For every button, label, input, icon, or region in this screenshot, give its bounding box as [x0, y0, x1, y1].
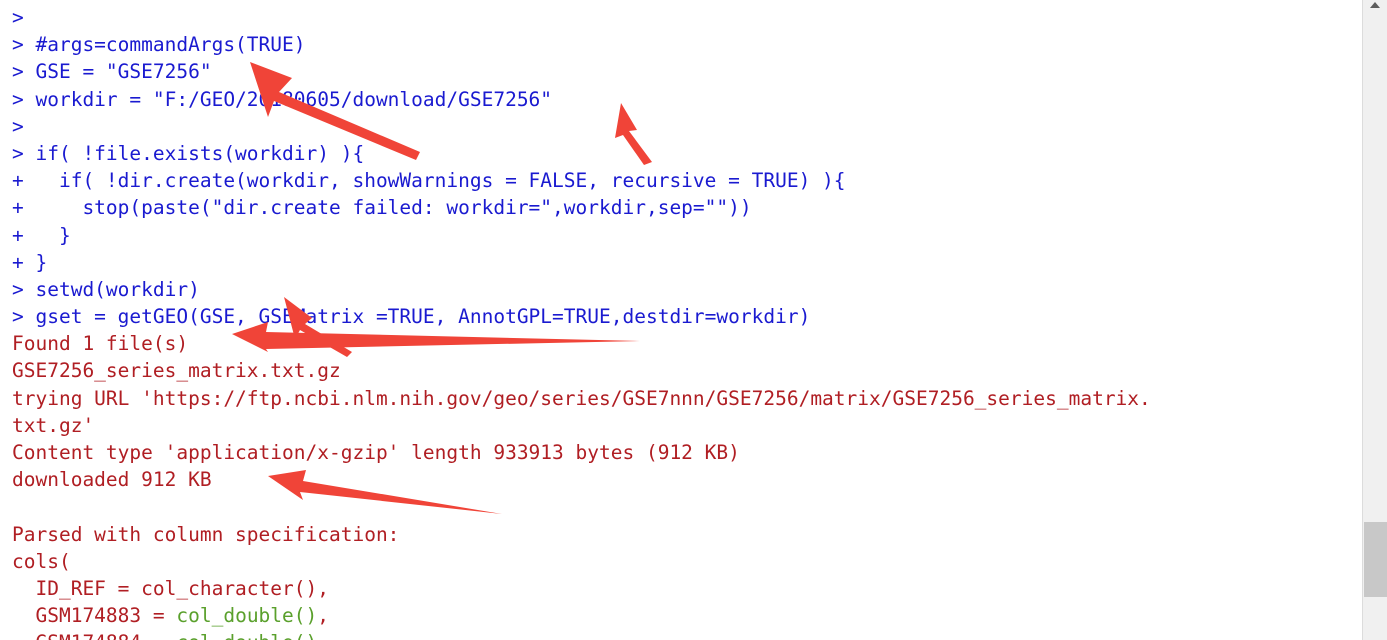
- scrollbar-track[interactable]: [1363, 14, 1387, 640]
- console-line: Found 1 file(s): [12, 330, 1362, 357]
- console-line-prefix: GSM174884 =: [12, 631, 176, 640]
- console-line: Content type 'application/x-gzip' length…: [12, 439, 1362, 466]
- console-line: ID_REF = col_character(),: [12, 575, 1362, 602]
- console-input-line-text: > gset = getGEO(GSE, GSEMatrix =TRUE, An…: [12, 305, 811, 329]
- console-message-line-text: GSE7256_series_matrix.txt.gz: [12, 359, 341, 383]
- console-input-line-text: > if( !file.exists(workdir) ){: [12, 141, 365, 165]
- console-line: > setwd(workdir): [12, 276, 1362, 303]
- console-line: + stop(paste("dir.create failed: workdir…: [12, 194, 1362, 221]
- console-line: txt.gz': [12, 412, 1362, 439]
- console-message-line-text: Found 1 file(s): [12, 332, 189, 356]
- console-line: >: [12, 4, 1362, 31]
- console-line: trying URL 'https://ftp.ncbi.nlm.nih.gov…: [12, 385, 1362, 412]
- console-input-line-text: > GSE = "GSE7256": [12, 60, 212, 84]
- console-line-type-token: col_double(): [176, 604, 318, 628]
- console-line-prefix: GSM174883 =: [12, 604, 177, 628]
- console-line-type-token: col_double(): [176, 631, 317, 640]
- console-message-line-text: txt.gz': [12, 413, 95, 437]
- scroll-up-button[interactable]: [1363, 0, 1387, 12]
- console-line: downloaded 912 KB: [12, 466, 1362, 493]
- console-line-suffix: ,: [317, 631, 329, 640]
- console-line: > gset = getGEO(GSE, GSEMatrix =TRUE, An…: [12, 303, 1362, 330]
- r-console-window: > > #args=commandArgs(TRUE) > GSE = "GSE72…: [0, 0, 1387, 640]
- console-line: > #args=commandArgs(TRUE): [12, 31, 1362, 58]
- console-input-line-text: + if( !dir.create(workdir, showWarnings …: [12, 169, 846, 193]
- console-line: + }: [12, 249, 1362, 276]
- console-input-line-text: + stop(paste("dir.create failed: workdir…: [12, 196, 752, 220]
- console-message-line-text: Parsed with column specification:: [12, 522, 400, 546]
- console-input-line-text: > #args=commandArgs(TRUE): [12, 33, 306, 57]
- console-input-line-text: + }: [12, 223, 71, 247]
- console-message-line-text: trying URL 'https://ftp.ncbi.nlm.nih.gov…: [12, 386, 1151, 410]
- console-output-area[interactable]: > > #args=commandArgs(TRUE) > GSE = "GSE72…: [0, 0, 1362, 640]
- console-input-line-text: >: [12, 114, 24, 138]
- scrollbar-thumb[interactable]: [1364, 522, 1387, 597]
- console-message-line-text: Content type 'application/x-gzip' length…: [12, 441, 740, 464]
- console-line-suffix: ,: [317, 604, 330, 628]
- console-message-line-text: cols(: [12, 549, 71, 573]
- console-line: GSM174884 = col_double(),: [12, 629, 1362, 640]
- console-input-line-text: > setwd(workdir): [12, 277, 200, 301]
- console-message-line-text: ID_REF = col_character(),: [12, 576, 329, 600]
- console-line: GSM174883 = col_double(),: [12, 602, 1362, 629]
- console-line: >: [12, 113, 1362, 140]
- console-message-line-text: downloaded 912 KB: [12, 468, 212, 492]
- console-line: + }: [12, 222, 1362, 249]
- console-input-line-text: + }: [12, 250, 48, 274]
- console-line: + if( !dir.create(workdir, showWarnings …: [12, 167, 1362, 194]
- console-line: > GSE = "GSE7256": [12, 58, 1362, 85]
- console-line: Parsed with column specification:: [12, 521, 1362, 548]
- console-input-line-text: > workdir = "F:/GEO/20180605/download/GS…: [12, 87, 553, 111]
- console-line: > workdir = "F:/GEO/20180605/download/GS…: [12, 86, 1362, 113]
- vertical-scrollbar[interactable]: [1362, 0, 1387, 640]
- console-line: cols(: [12, 548, 1362, 575]
- console-input-line-text: >: [12, 6, 24, 29]
- console-line: GSE7256_series_matrix.txt.gz: [12, 357, 1362, 384]
- chevron-up-icon: [1370, 2, 1380, 8]
- console-line: > if( !file.exists(workdir) ){: [12, 140, 1362, 167]
